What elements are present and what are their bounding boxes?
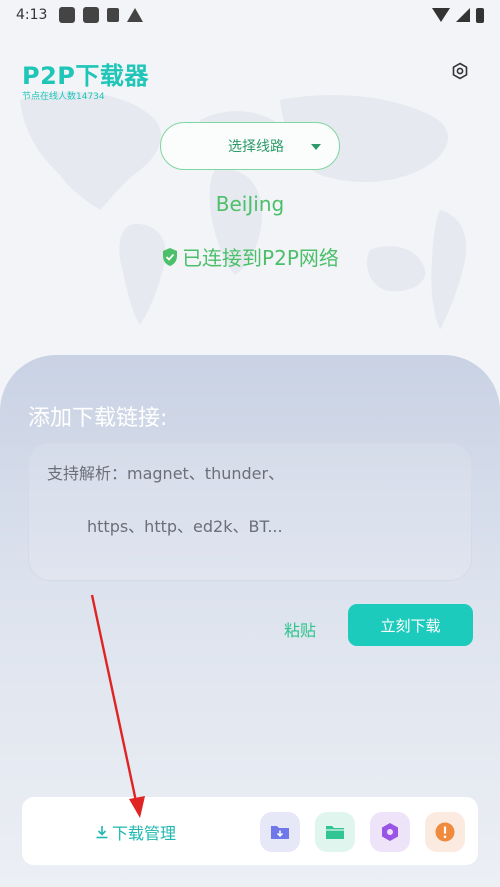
alert-icon: [435, 822, 455, 842]
info-button[interactable]: [425, 812, 465, 852]
connection-status: 已连接到P2P网络: [0, 242, 500, 271]
notification-icon: [107, 8, 120, 22]
add-link-title: 添加下载链接:: [28, 406, 168, 431]
notification-icon: [59, 7, 76, 23]
node-count: 节点在线人数14734: [22, 92, 105, 102]
download-folder-button[interactable]: [260, 812, 300, 852]
status-time: 4:13: [16, 7, 48, 23]
download-now-button[interactable]: 立刻下载: [348, 604, 473, 646]
shield-check-icon: [163, 247, 178, 266]
notification-icon: [83, 7, 100, 23]
download-manager-button[interactable]: 下载管理: [95, 820, 176, 844]
wifi-icon: [432, 8, 450, 22]
app-title: P2P下载器: [22, 62, 149, 90]
download-icon: [96, 826, 108, 839]
folder-icon: [326, 826, 344, 839]
settings-tool-button[interactable]: [370, 812, 410, 852]
signal-icon: [456, 8, 470, 22]
connection-status-text: 已连接到P2P网络: [182, 246, 339, 270]
battery-icon: [476, 7, 484, 23]
route-select-label: 选择线路: [228, 139, 284, 155]
settings-button[interactable]: [449, 60, 471, 82]
status-bar: 4:13: [0, 0, 500, 30]
settings-icon: [452, 62, 468, 80]
warning-icon: [127, 8, 144, 22]
location-label: BeiJing: [215, 192, 285, 216]
route-select-dropdown[interactable]: 选择线路: [160, 122, 340, 170]
world-map-background: [20, 91, 467, 330]
download-manager-label: 下载管理: [112, 824, 177, 843]
input-placeholder-line2: https、http、ed2k、BT...: [87, 517, 283, 536]
paste-button[interactable]: 粘贴: [284, 617, 316, 641]
hexagon-settings-icon: [382, 823, 398, 841]
files-button[interactable]: [315, 812, 355, 852]
folder-download-icon: [271, 826, 289, 839]
download-link-input[interactable]: 支持解析：magnet、thunder、 https、http、ed2k、BT.…: [28, 443, 472, 581]
dropdown-caret-icon: [311, 144, 321, 150]
input-placeholder-line1: 支持解析：magnet、thunder、: [47, 464, 285, 483]
